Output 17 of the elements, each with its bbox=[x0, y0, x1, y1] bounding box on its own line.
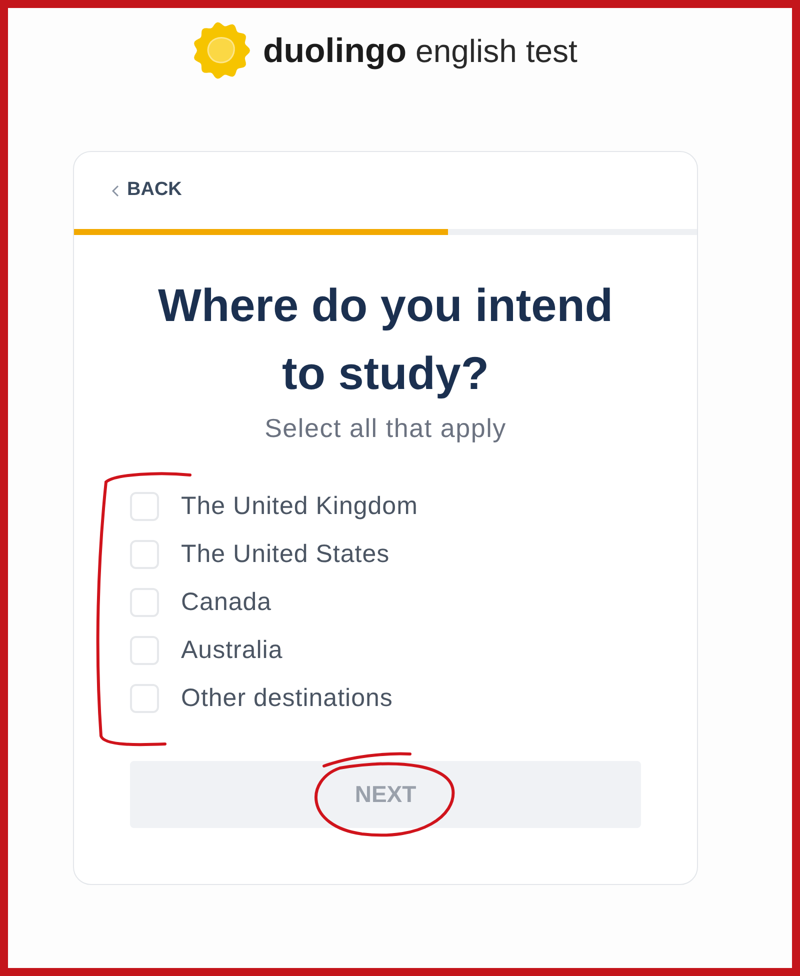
option-label: The United States bbox=[181, 539, 390, 570]
checkbox[interactable] bbox=[130, 540, 159, 568]
option-label: The United Kingdom bbox=[181, 491, 418, 522]
checkbox[interactable] bbox=[130, 684, 159, 712]
chevron-left-icon bbox=[112, 184, 119, 196]
wordmark-subtitle: english test bbox=[416, 34, 578, 66]
instruction-text: Select all that apply bbox=[264, 412, 508, 444]
option-label: Other destinations bbox=[181, 683, 393, 714]
question-title: Where do you intend to study? bbox=[157, 278, 614, 401]
checkbox[interactable] bbox=[130, 588, 159, 616]
checkbox[interactable] bbox=[130, 636, 159, 664]
wordmark: duolingo bbox=[263, 34, 407, 68]
option-label: Canada bbox=[181, 587, 272, 618]
option-label: Australia bbox=[181, 635, 283, 666]
checkbox[interactable] bbox=[130, 492, 159, 520]
sun-logo-icon bbox=[193, 22, 250, 79]
back-button[interactable]: BACK bbox=[112, 176, 182, 205]
